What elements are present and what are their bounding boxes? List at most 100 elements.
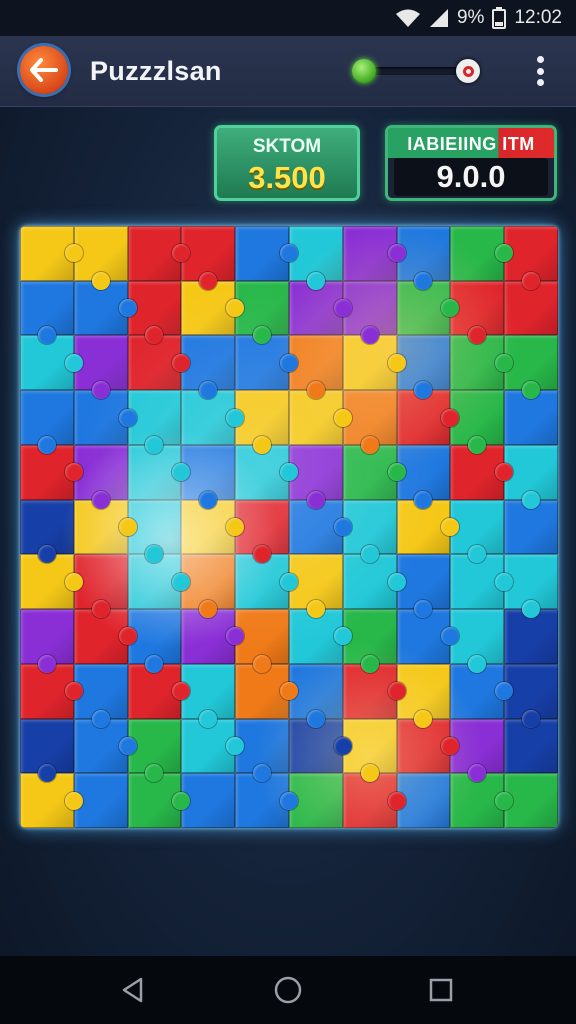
score-right-label: IABIEIING ITM	[407, 134, 535, 154]
score-panel-right: IABIEIING ITM 9.0.0	[385, 125, 557, 201]
score-right-value: 9.0.0	[394, 158, 548, 196]
puzzle-tab	[37, 654, 56, 673]
score-left-label: SKTOM	[252, 136, 322, 157]
puzzle-tab	[414, 709, 433, 728]
puzzle-piece[interactable]	[20, 718, 74, 783]
puzzle-tab	[226, 736, 245, 755]
puzzle-tab	[118, 299, 137, 318]
puzzle-tab	[172, 791, 191, 810]
signal-icon	[429, 8, 449, 28]
puzzle-tab	[522, 709, 541, 728]
puzzle-tab	[333, 736, 352, 755]
circle-home-icon	[274, 976, 302, 1004]
puzzle-tab	[306, 271, 325, 290]
slider-track	[366, 67, 466, 75]
battery-percent: 9%	[456, 7, 485, 28]
status-bar: 9% 12:02	[0, 0, 576, 36]
puzzle-tab	[387, 791, 406, 810]
puzzle-piece[interactable]	[20, 390, 74, 454]
puzzle-tab	[522, 490, 541, 509]
puzzle-tab	[91, 600, 110, 619]
puzzle-tab	[91, 709, 110, 728]
puzzle-tab	[226, 408, 245, 427]
overflow-menu-button[interactable]	[534, 56, 546, 86]
puzzle-tab	[91, 271, 110, 290]
puzzle-tab	[118, 736, 137, 755]
clock: 12:02	[514, 7, 562, 28]
puzzle-tab	[495, 572, 514, 591]
puzzle-board[interactable]	[20, 226, 558, 828]
puzzle-tab	[360, 764, 379, 783]
puzzle-tab	[333, 299, 352, 318]
slider-on-knob-icon[interactable]	[352, 59, 376, 83]
app-title: Puzzzlsan	[90, 56, 222, 86]
puzzle-piece[interactable]	[235, 226, 298, 281]
puzzle-piece[interactable]	[20, 609, 74, 673]
nav-recents-button[interactable]	[425, 974, 457, 1006]
puzzle-tab	[468, 654, 487, 673]
puzzle-tab	[91, 490, 110, 509]
puzzle-tab	[333, 517, 352, 536]
back-button[interactable]	[20, 46, 68, 94]
puzzle-piece[interactable]	[20, 499, 74, 564]
puzzle-tab	[387, 682, 406, 701]
nav-home-button[interactable]	[272, 974, 304, 1006]
puzzle-tab	[360, 545, 379, 564]
puzzle-tab	[333, 408, 352, 427]
puzzle-piece[interactable]	[450, 226, 514, 281]
puzzle-tab	[387, 463, 406, 482]
puzzle-tab	[495, 353, 514, 372]
system-nav-bar	[0, 956, 576, 1024]
score-panel-left: SKTOM 3.500	[214, 125, 360, 201]
puzzle-tab	[306, 600, 325, 619]
toggle-slider[interactable]	[352, 57, 480, 85]
puzzle-tab	[64, 791, 83, 810]
puzzle-tab	[37, 435, 56, 454]
puzzle-piece[interactable]	[127, 226, 191, 281]
puzzle-tab	[253, 435, 272, 454]
triangle-back-icon	[122, 977, 143, 1003]
puzzle-tab	[306, 709, 325, 728]
status-icons: 9% 12:02	[395, 6, 562, 30]
puzzle-tab	[64, 572, 83, 591]
puzzle-tab	[199, 490, 218, 509]
puzzle-tab	[441, 408, 460, 427]
puzzle-piece[interactable]	[20, 226, 83, 281]
puzzle-tab	[495, 791, 514, 810]
puzzle-tab	[387, 572, 406, 591]
puzzle-tab	[253, 654, 272, 673]
puzzle-tab	[279, 572, 298, 591]
menu-dot-icon	[536, 56, 544, 63]
puzzle-tab	[118, 627, 137, 646]
puzzle-tab	[64, 682, 83, 701]
puzzle-tab	[64, 463, 83, 482]
puzzle-tab	[118, 408, 137, 427]
battery-icon	[492, 7, 507, 29]
puzzle-tab	[64, 353, 83, 372]
puzzle-tab	[360, 654, 379, 673]
puzzle-tab	[306, 381, 325, 400]
wifi-icon	[395, 8, 421, 28]
back-arrow-icon	[30, 58, 58, 82]
menu-dot-icon	[536, 67, 544, 75]
puzzle-tab	[91, 381, 110, 400]
puzzle-piece[interactable]	[20, 280, 74, 345]
puzzle-tab	[522, 271, 541, 290]
puzzle-tab	[360, 435, 379, 454]
puzzle-tab	[199, 271, 218, 290]
puzzle-tab	[279, 353, 298, 372]
puzzle-tab	[172, 572, 191, 591]
puzzle-tab	[279, 791, 298, 810]
puzzle-board-frame	[20, 226, 558, 828]
puzzle-tab	[199, 709, 218, 728]
puzzle-piece[interactable]	[342, 226, 406, 281]
nav-back-button[interactable]	[117, 974, 149, 1006]
puzzle-tab	[387, 244, 406, 263]
slider-off-knob-icon[interactable]	[456, 59, 480, 83]
app-bar: Puzzzlsan	[0, 36, 576, 107]
square-recents-icon	[429, 978, 453, 1002]
menu-dot-icon	[536, 79, 544, 86]
score-left-value: 3.500	[248, 160, 326, 195]
puzzle-tab	[118, 517, 137, 536]
puzzle-tab	[306, 490, 325, 509]
